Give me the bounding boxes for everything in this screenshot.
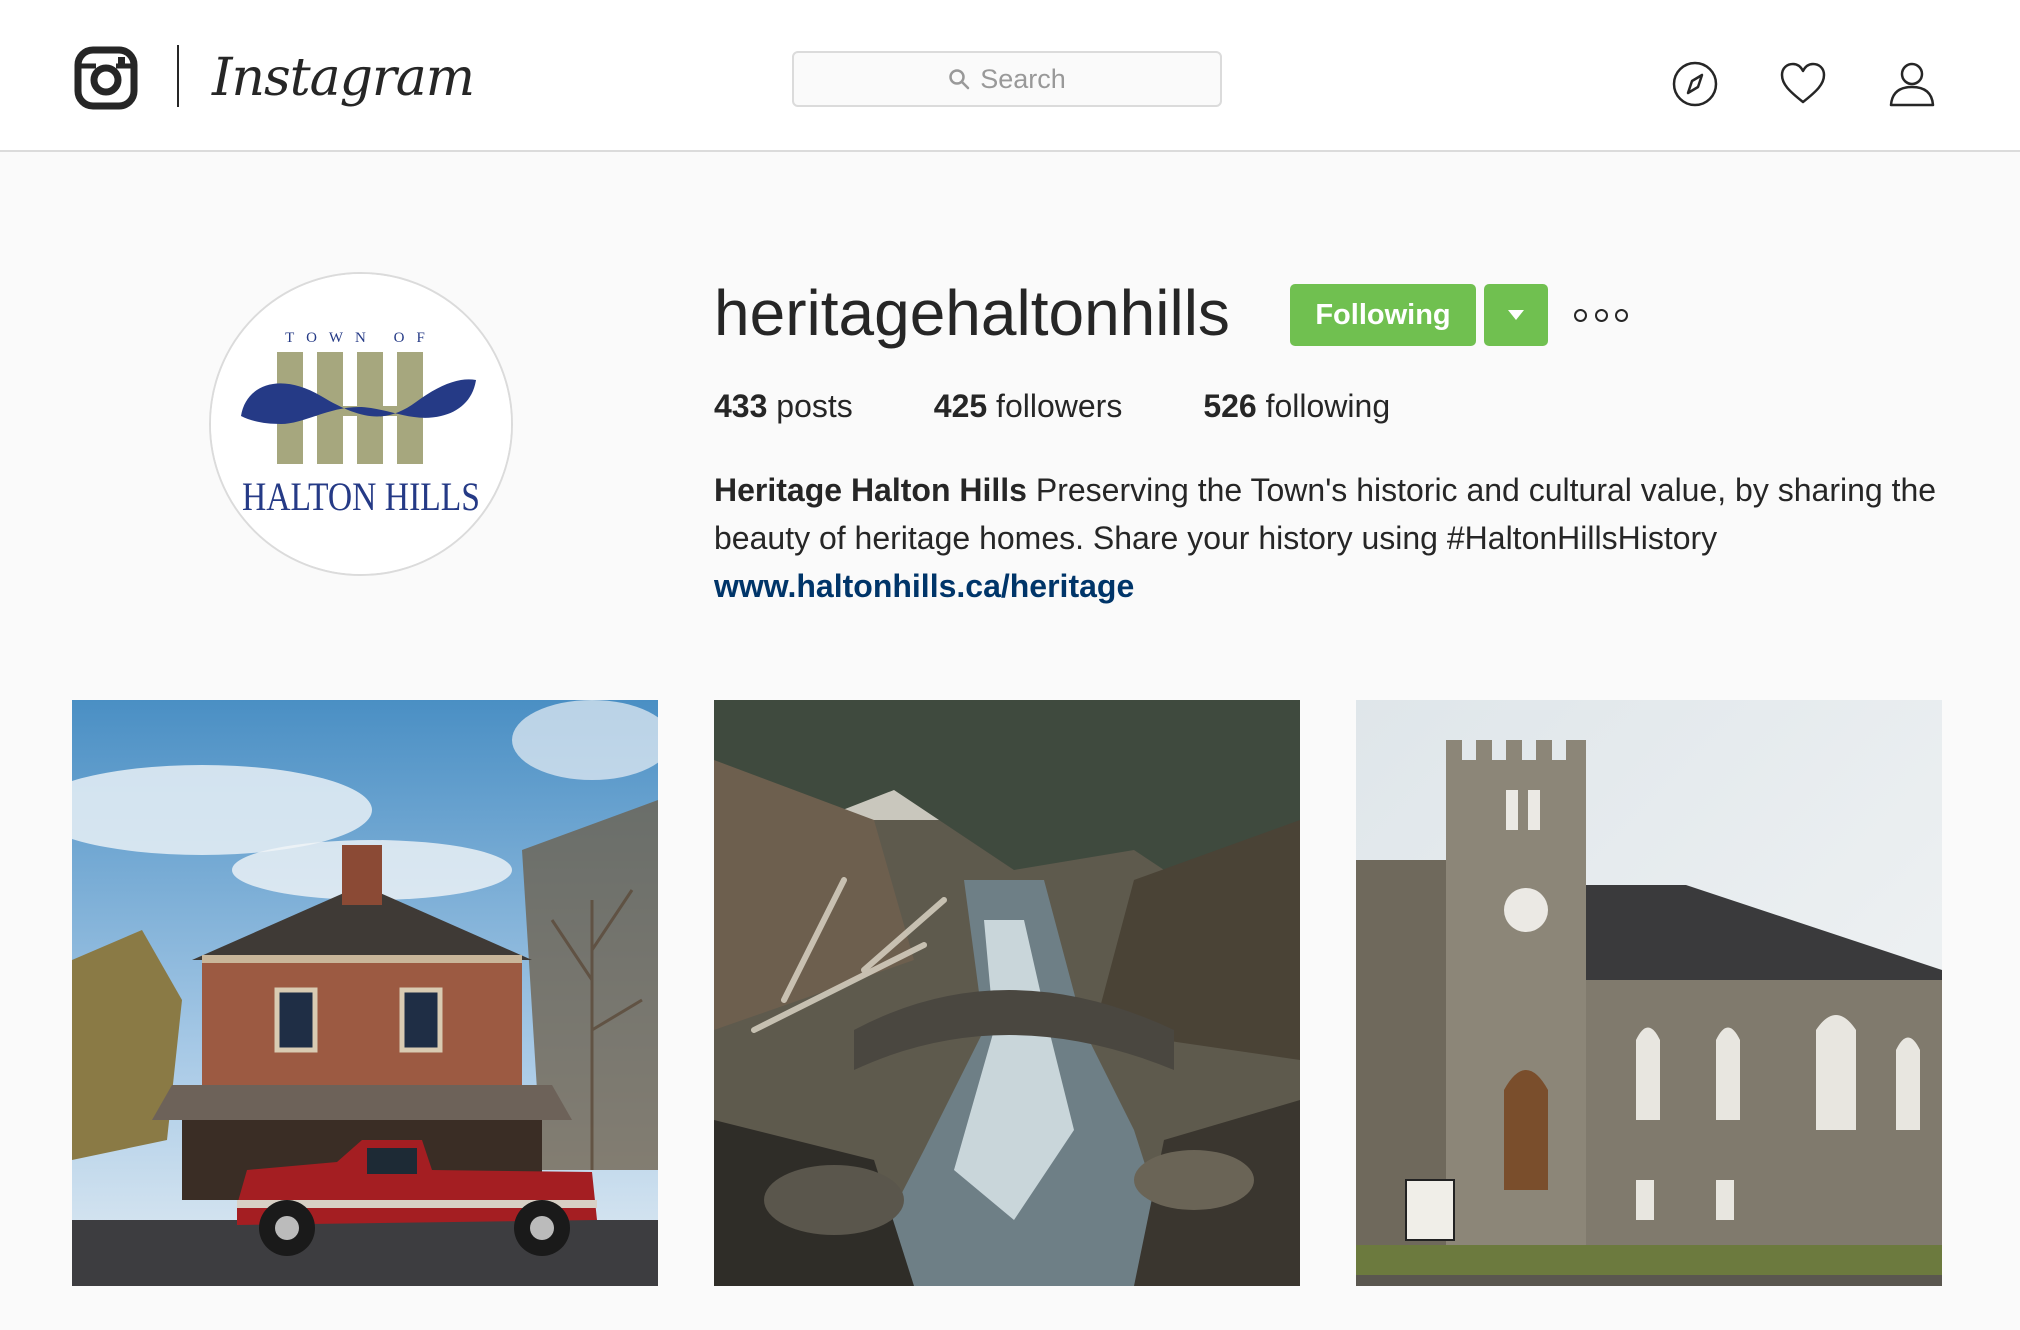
search-icon <box>949 69 970 90</box>
post-thumbnail-house[interactable] <box>72 700 658 1286</box>
following-count: 526 <box>1203 388 1257 424</box>
posts-label: posts <box>776 388 853 424</box>
profile-bio: Heritage Halton Hills Preserving the Tow… <box>714 466 1954 610</box>
church-photo <box>1356 700 1942 1286</box>
user-icon[interactable] <box>1888 60 1936 108</box>
bio-full-name: Heritage Halton Hills <box>714 472 1027 508</box>
following-button[interactable]: Following <box>1290 284 1476 346</box>
profile-stats: 433 posts 425 followers 526 following <box>714 388 1471 434</box>
top-navigation-bar: Instagram Search <box>0 0 2020 152</box>
avatar-bottom-text: HALTON HILLS <box>242 474 480 519</box>
heart-icon[interactable] <box>1779 60 1827 108</box>
instagram-wordmark[interactable]: Instagram <box>212 38 475 118</box>
following-label: following <box>1265 388 1391 424</box>
post-thumbnail-creek[interactable] <box>714 700 1300 1286</box>
more-options-icon[interactable] <box>1574 300 1628 330</box>
search-input[interactable]: Search <box>792 51 1222 107</box>
compass-icon[interactable] <box>1671 60 1719 108</box>
posts-count: 433 <box>714 388 768 424</box>
house-photo <box>72 700 658 1286</box>
search-placeholder: Search <box>980 63 1066 94</box>
website-link[interactable]: www.haltonhills.ca/heritage <box>714 562 1134 610</box>
followers-label: followers <box>996 388 1123 424</box>
following-stat[interactable]: 526 following <box>1203 388 1390 434</box>
followers-count: 425 <box>933 388 988 424</box>
instagram-camera-logo-icon[interactable] <box>74 46 138 110</box>
posts-stat[interactable]: 433 posts <box>714 388 853 434</box>
profile-username: heritagehaltonhills <box>714 277 1230 349</box>
logo-divider <box>177 45 179 107</box>
creek-photo <box>714 700 1300 1286</box>
profile-avatar[interactable]: TOWN OF HALTON HILLS <box>209 272 513 576</box>
followers-stat[interactable]: 425 followers <box>934 388 1123 434</box>
avatar-top-text: TOWN OF <box>285 330 437 346</box>
suggestions-dropdown-button[interactable] <box>1484 284 1548 346</box>
town-of-halton-hills-logo: TOWN OF HALTON HILLS <box>211 274 511 574</box>
post-thumbnail-church[interactable] <box>1356 700 1942 1286</box>
